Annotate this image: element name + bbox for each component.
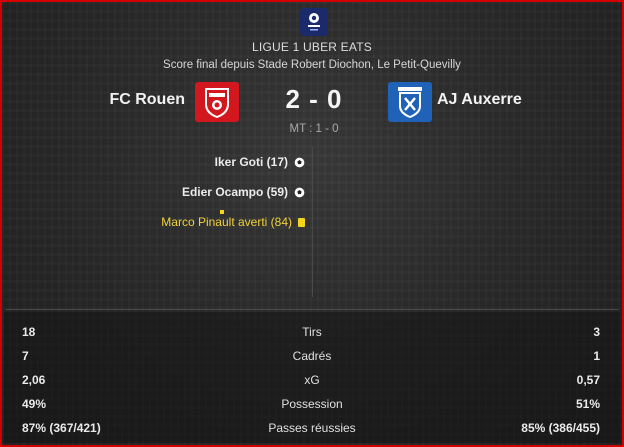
halftime-score: MT : 1 - 0 xyxy=(289,123,339,135)
event-booking: Marco Pinault averti (84) xyxy=(161,215,305,229)
football-icon xyxy=(294,157,305,167)
yellow-card-icon xyxy=(298,217,305,227)
final-score: 2 - 0 xyxy=(285,84,343,114)
competition-name: LIGUE 1 UBER EATS xyxy=(252,40,372,54)
stat-label: Tirs xyxy=(302,325,322,339)
away-team-name[interactable]: AJ Auxerre xyxy=(437,91,522,109)
fc-rouen-crest-icon[interactable] xyxy=(195,82,239,122)
events-divider xyxy=(312,147,313,297)
match-summary-panel: LIGUE 1 UBER EATS Score final depuis Sta… xyxy=(0,0,624,447)
home-team-name[interactable]: FC Rouen xyxy=(109,91,185,109)
stat-label: xG xyxy=(304,373,320,387)
stat-away-value: 51% xyxy=(575,397,600,411)
stat-away-value: 85% (386/455) xyxy=(521,421,600,435)
stat-row-shots: 18 Tirs 3 xyxy=(2,325,622,345)
stat-row-on-target: 7 Cadrés 1 xyxy=(2,349,622,369)
stat-row-passes: 87% (367/421) Passes réussies 85% (386/4… xyxy=(2,421,622,441)
event-text: Iker Goti (17) xyxy=(214,155,288,169)
football-icon xyxy=(294,187,305,197)
aj-auxerre-crest-icon[interactable] xyxy=(388,82,432,122)
event-goal: Iker Goti (17) xyxy=(215,155,305,169)
event-goal: Edier Ocampo (59) xyxy=(182,185,305,199)
ligue1-logo-icon xyxy=(300,8,328,36)
event-text: Marco Pinault averti (84) xyxy=(161,215,292,229)
stat-label: Possession xyxy=(281,397,343,411)
section-divider xyxy=(6,309,618,310)
stat-away-value: 0,57 xyxy=(576,373,600,387)
stat-label: Cadrés xyxy=(292,349,332,363)
stat-away-value: 1 xyxy=(593,349,600,363)
stat-row-xg: 2,06 xG 0,57 xyxy=(2,373,622,393)
event-text: Edier Ocampo (59) xyxy=(181,185,288,199)
stat-row-possession: 49% Possession 51% xyxy=(2,397,622,417)
booking-marker-icon xyxy=(220,210,224,214)
match-subtitle: Score final depuis Stade Robert Diochon,… xyxy=(163,59,461,71)
stat-away-value: 3 xyxy=(593,325,600,339)
